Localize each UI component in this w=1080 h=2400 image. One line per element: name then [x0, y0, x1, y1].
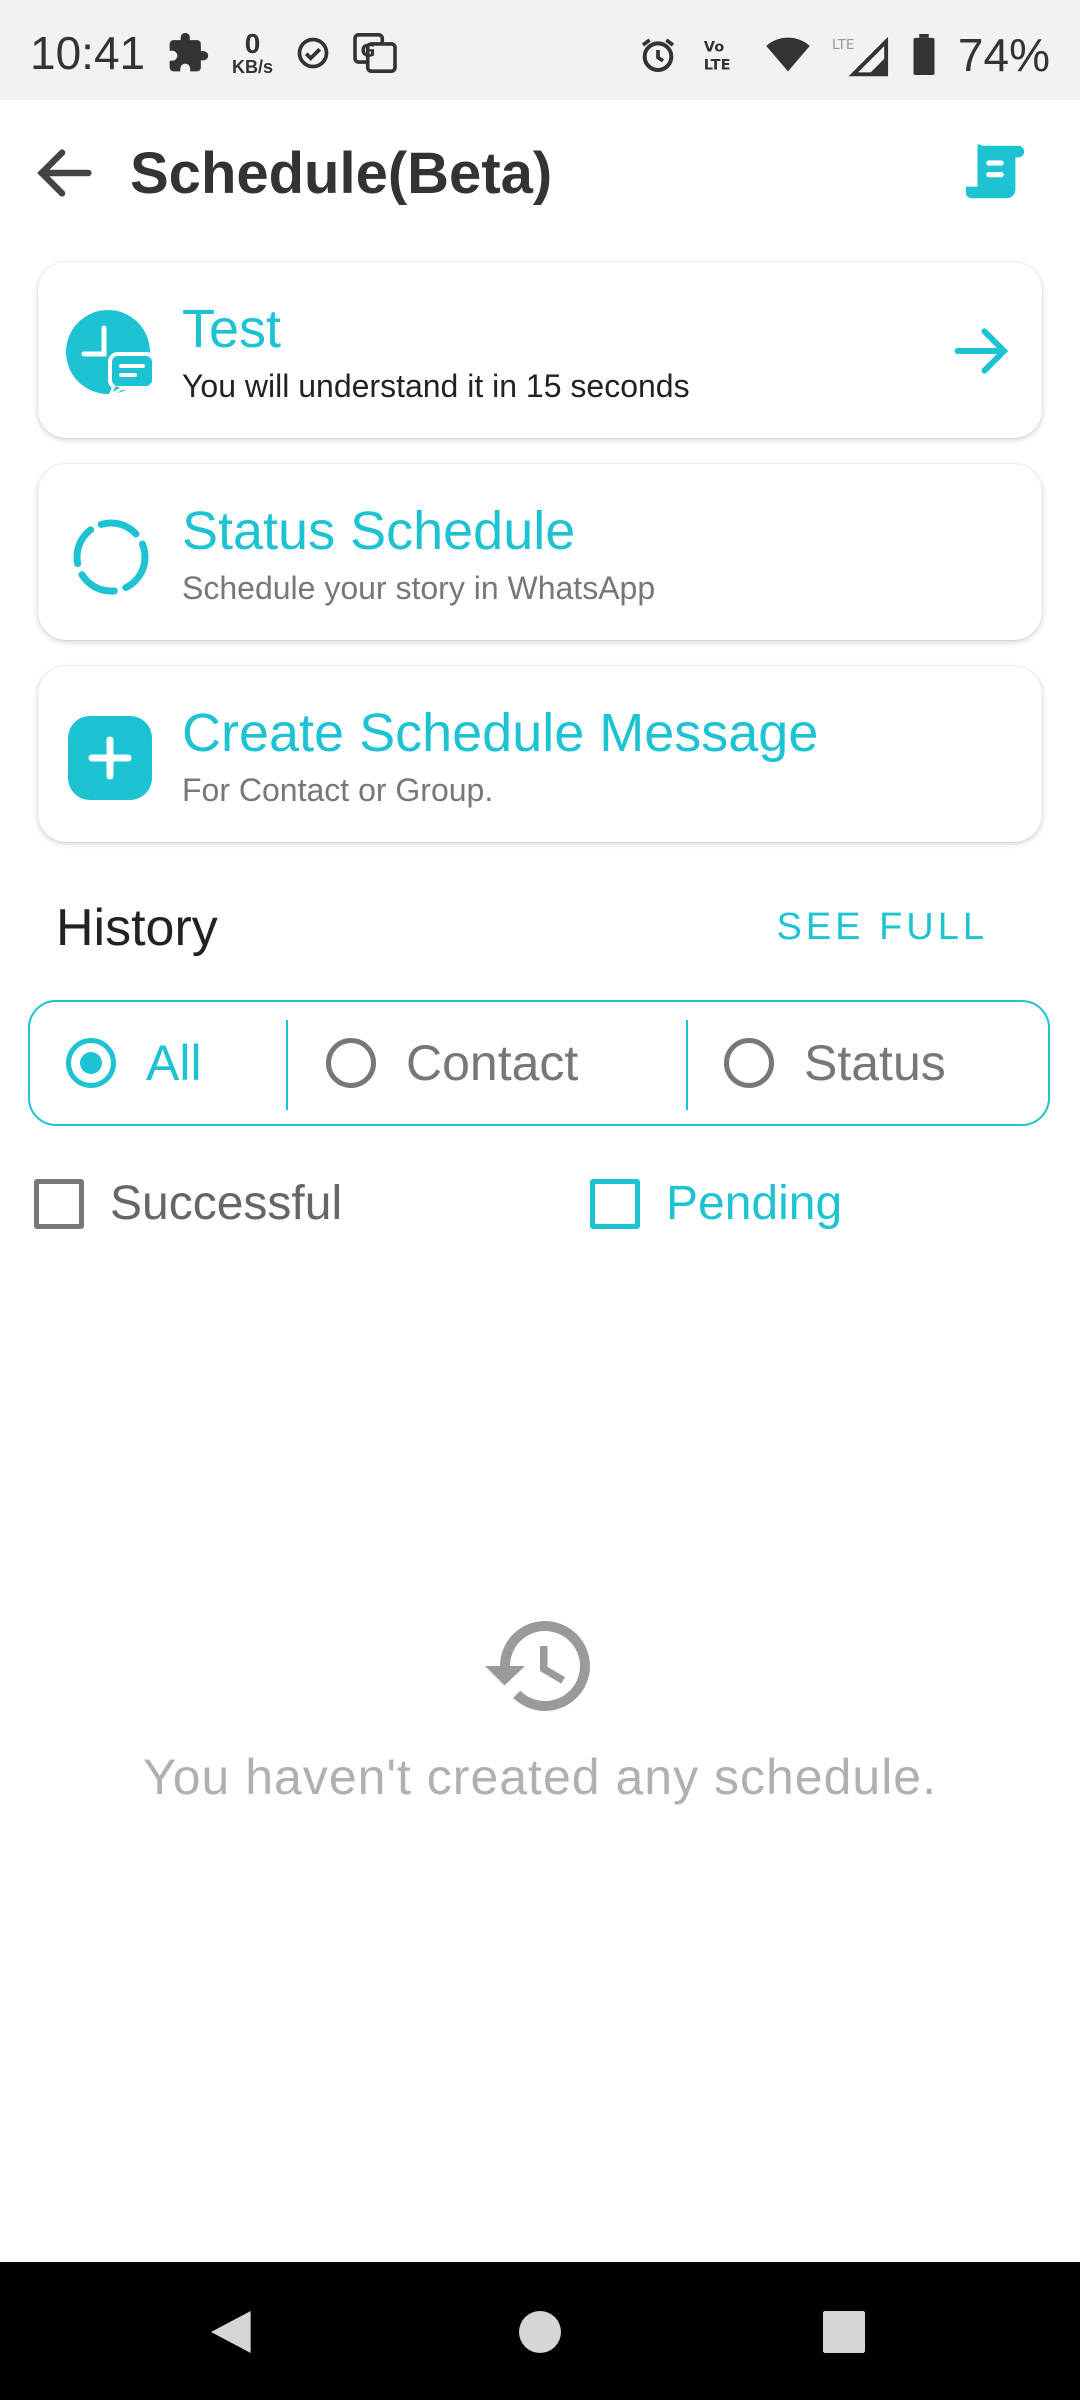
page-title: Schedule(Beta): [130, 141, 553, 206]
puzzle-icon: [169, 32, 209, 72]
schedule-chat-icon: [66, 310, 156, 400]
radio-all[interactable]: [66, 1038, 116, 1088]
pending-checkbox[interactable]: [590, 1178, 640, 1229]
history-icon: [485, 1621, 590, 1711]
status-schedule-subtitle: Schedule your story in WhatsApp: [182, 570, 656, 606]
filter-all-label: All: [146, 1035, 202, 1091]
successful-option[interactable]: Successful: [34, 1176, 342, 1231]
history-title: History: [56, 899, 218, 957]
filter-divider: [686, 1020, 688, 1110]
svg-text:LTE: LTE: [704, 58, 731, 74]
alarm-icon: [641, 38, 675, 72]
create-schedule-subtitle: For Contact or Group.: [182, 772, 494, 808]
test-card-subtitle: You will understand it in 15 seconds: [182, 368, 690, 404]
pending-option[interactable]: Pending: [590, 1176, 842, 1231]
lte-signal-icon: LTE: [832, 36, 888, 77]
create-schedule-title: Create Schedule Message: [182, 703, 819, 763]
filter-status-label: Status: [804, 1035, 946, 1091]
filter-all[interactable]: All: [66, 1002, 202, 1124]
svg-text:Vo: Vo: [704, 39, 724, 55]
test-card[interactable]: Test You will understand it in 15 second…: [38, 262, 1042, 438]
battery-percent: 74%: [957, 29, 1050, 81]
volte-icon: Vo LTE: [704, 39, 731, 74]
status-icons-right: Vo LTE LTE 74%: [638, 28, 1050, 82]
successful-label: Successful: [110, 1177, 343, 1230]
filter-status[interactable]: Status: [724, 1002, 946, 1124]
radio-status[interactable]: [724, 1038, 774, 1088]
filter-divider: [286, 1020, 288, 1110]
system-nav-bar: [0, 2262, 1080, 2400]
arrow-back-icon[interactable]: [30, 138, 100, 208]
radio-contact[interactable]: [326, 1038, 376, 1088]
history-filter: All Contact Status: [28, 1000, 1050, 1126]
check-circle-icon: [297, 37, 329, 69]
net-speed-value: 0: [244, 28, 261, 59]
nav-home-icon[interactable]: [512, 2304, 568, 2360]
status-schedule-title: Status Schedule: [182, 501, 576, 561]
nav-back-icon[interactable]: [204, 2304, 260, 2360]
filter-contact[interactable]: Contact: [326, 1002, 578, 1124]
battery-icon: [913, 34, 935, 76]
status-ring-icon: [73, 519, 149, 595]
wifi-icon: [766, 37, 810, 72]
net-speed-unit: KB/s: [232, 57, 274, 77]
create-schedule-card[interactable]: Create Schedule Message For Contact or G…: [38, 666, 1042, 842]
app-bar: Schedule(Beta): [0, 100, 1080, 245]
svg-text:G: G: [360, 41, 375, 62]
status-bar: 10:41 0 KB/s G Vo LTE LTE 74%: [0, 0, 1080, 100]
translate-icon: G: [353, 33, 397, 73]
nav-recents-icon[interactable]: [816, 2304, 872, 2360]
see-full-button[interactable]: SEE FULL: [776, 906, 988, 949]
plus-icon: [68, 716, 152, 800]
empty-state-text: You haven't created any schedule.: [142, 1749, 938, 1805]
pending-label: Pending: [666, 1177, 843, 1230]
arrow-right-icon: [954, 328, 1009, 374]
successful-checkbox[interactable]: [34, 1178, 84, 1229]
svg-text:LTE: LTE: [832, 37, 854, 53]
status-schedule-card[interactable]: Status Schedule Schedule your story in W…: [38, 464, 1042, 640]
status-time: 10:41: [30, 27, 146, 79]
document-icon[interactable]: [960, 136, 1030, 208]
status-icons-left: 0 KB/s G: [166, 30, 397, 76]
test-card-title: Test: [182, 299, 282, 359]
net-speed: 0 KB/s: [232, 28, 274, 77]
filter-contact-label: Contact: [406, 1035, 579, 1091]
